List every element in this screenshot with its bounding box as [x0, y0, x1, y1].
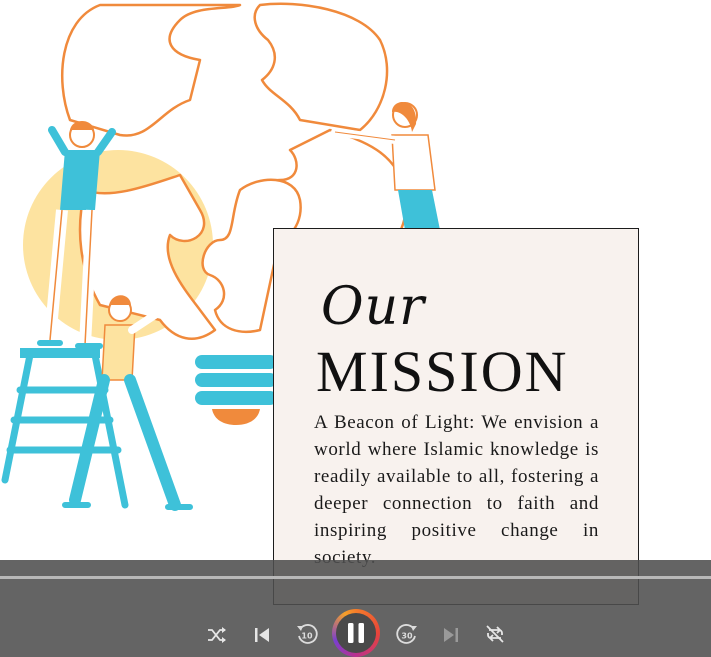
pause-icon	[348, 623, 364, 643]
repeat-off-icon	[486, 625, 504, 643]
forward-seconds-label: 30	[401, 631, 413, 641]
rewind-seconds-label: 10	[301, 631, 313, 641]
card-title-our: Our	[321, 277, 425, 337]
card-title-mission: MISSION	[316, 339, 569, 404]
bulb-base	[195, 355, 277, 425]
forward-button[interactable]: 30	[393, 620, 421, 648]
media-player-controls: 10 30	[0, 560, 711, 657]
mission-card: Our MISSION A Beacon of Light: We envisi…	[273, 228, 639, 605]
shuffle-button[interactable]	[204, 622, 230, 648]
previous-icon	[255, 628, 269, 642]
puzzle-piece-top-right	[253, 2, 389, 132]
shuffle-icon	[208, 627, 226, 643]
puzzle-piece-top-left	[61, 3, 242, 137]
next-button[interactable]	[438, 622, 464, 648]
progress-bar[interactable]	[0, 576, 711, 579]
rewind-button[interactable]: 10	[293, 620, 321, 648]
video-frame: Our MISSION A Beacon of Light: We envisi…	[0, 0, 711, 657]
previous-button[interactable]	[249, 622, 275, 648]
pause-button[interactable]	[332, 609, 380, 657]
repeat-button[interactable]	[482, 621, 508, 647]
next-icon	[444, 628, 458, 642]
card-body-text: A Beacon of Light: We envision a world w…	[314, 412, 599, 568]
